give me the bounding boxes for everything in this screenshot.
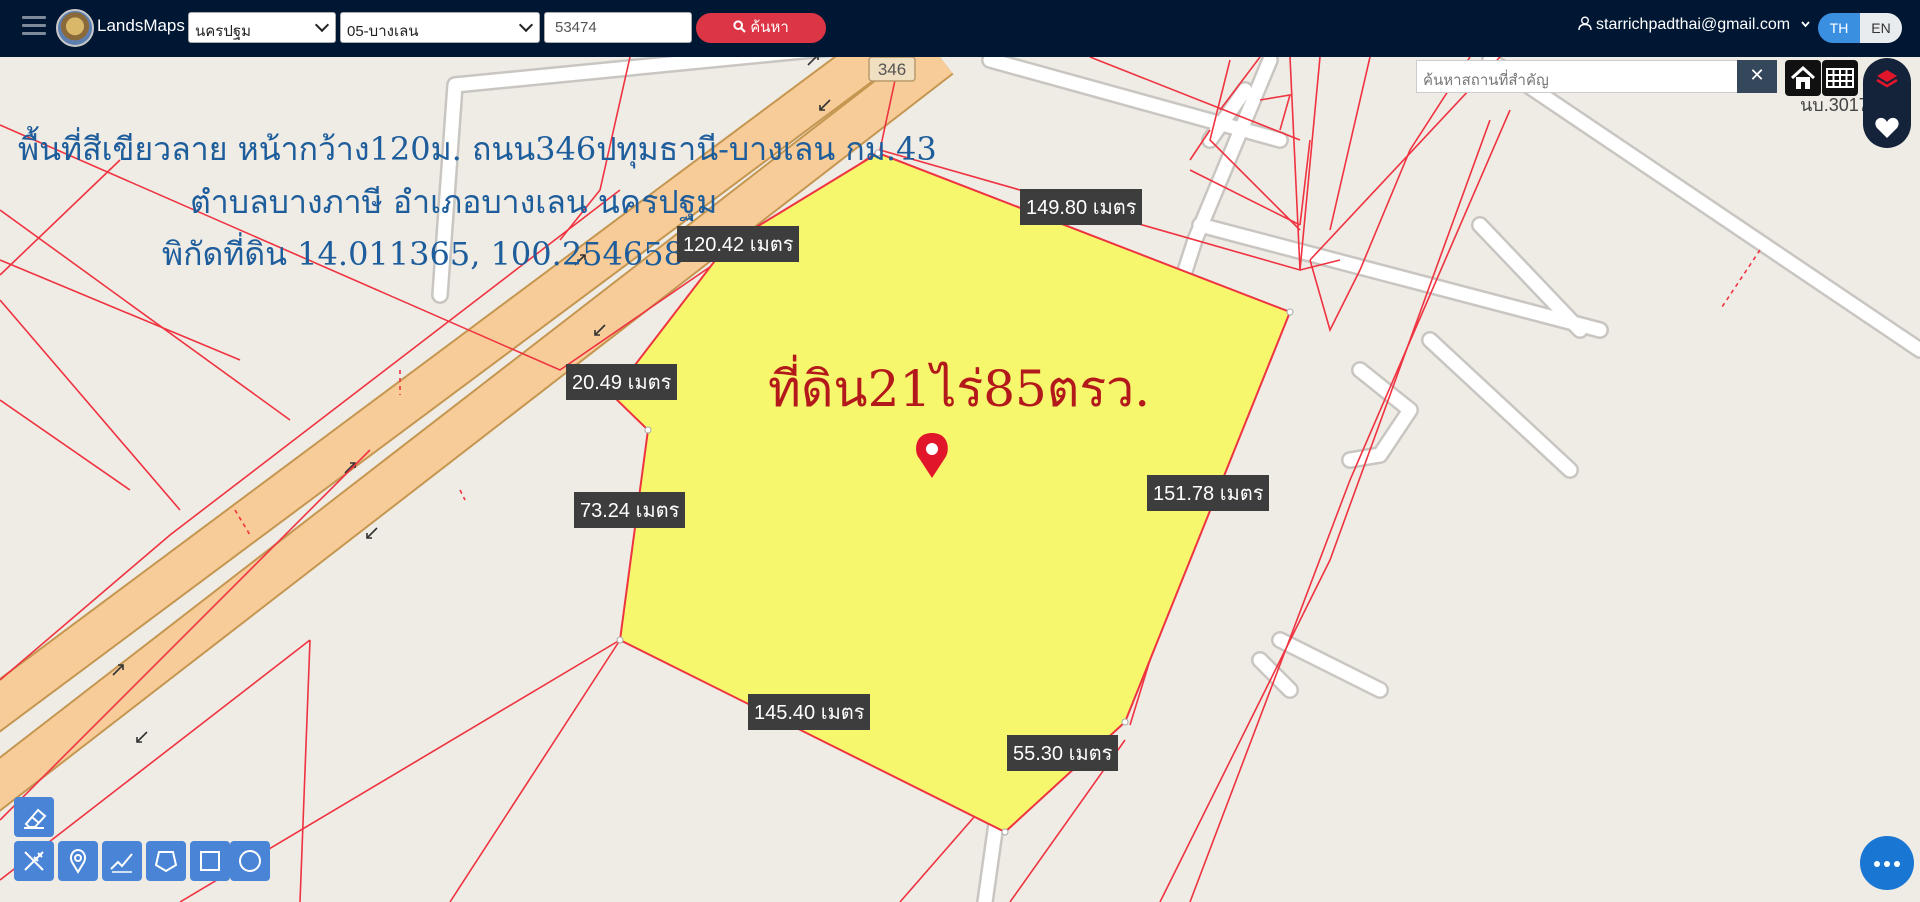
rectangle-tool[interactable]: [190, 841, 230, 881]
edge-label: 73.24 เมตร: [574, 492, 686, 528]
headline-line1: พื้นที่สีเขียวลาย หน้ากว้าง120ม. ถนน346ป…: [18, 130, 937, 168]
home-icon: [1790, 65, 1816, 89]
measure-icon: [24, 851, 44, 871]
line-icon: [110, 853, 133, 873]
edge-label: 55.30 เมตร: [1007, 735, 1119, 771]
district-select[interactable]: 05-บางเลน: [340, 12, 540, 43]
side-control-pill: [1863, 58, 1911, 148]
line-tool[interactable]: [102, 841, 142, 881]
parcel-area-label: ที่ดิน21ไร่85ตรว.: [768, 360, 1151, 418]
hamburger-icon[interactable]: [22, 16, 46, 40]
chevron-down-icon: [518, 17, 534, 33]
grid-icon: [1826, 68, 1854, 88]
layers-icon[interactable]: [1863, 58, 1911, 102]
edge-label: 151.78 เมตร: [1147, 475, 1270, 511]
grid-button[interactable]: [1822, 60, 1858, 96]
polygon-tool[interactable]: [146, 841, 186, 881]
search-button-label: ค้นหา: [750, 19, 789, 36]
lang-th-toggle[interactable]: TH: [1818, 13, 1860, 43]
measure-tool[interactable]: [14, 841, 54, 881]
circle-tool[interactable]: [230, 841, 270, 881]
top-bar: LandsMaps นครปฐม 05-บางเลน 53474 ค้นหา s…: [0, 0, 1920, 57]
parcel-number-input[interactable]: 53474: [544, 12, 692, 43]
edge-label: 149.80 เมตร: [1020, 189, 1143, 225]
rectangle-icon: [200, 851, 220, 871]
headline-line2: ตำบลบางภาษี อำเภอบางเลน นครปฐม: [190, 183, 718, 221]
brand-name: LandsMaps: [97, 16, 185, 35]
chevron-down-icon: [1800, 21, 1810, 28]
polygon-icon: [154, 851, 178, 873]
eraser-icon: [24, 808, 47, 829]
landsmaps-logo[interactable]: [56, 9, 94, 47]
edge-label: 145.40 เมตร: [748, 694, 871, 730]
province-value: นครปฐม: [195, 23, 252, 40]
chat-icon-dot: [1894, 861, 1900, 867]
chat-button[interactable]: [1860, 836, 1914, 890]
road-label: นบ.3017: [1800, 95, 1869, 115]
road-shield-text: 346: [878, 60, 906, 79]
home-button[interactable]: [1785, 60, 1821, 96]
user-icon: [1578, 16, 1592, 31]
chat-icon-dot: [1884, 861, 1890, 867]
place-search-input[interactable]: ค้นหาสถานที่สำคัญ: [1416, 60, 1738, 93]
search-button[interactable]: ค้นหา: [696, 13, 826, 43]
province-select[interactable]: นครปฐม: [188, 12, 336, 43]
user-menu[interactable]: starrichpadthai@gmail.com: [1578, 16, 1810, 34]
search-icon: [733, 20, 746, 33]
circle-icon: [239, 850, 261, 872]
pin-icon: [69, 848, 87, 874]
lang-en-toggle[interactable]: EN: [1860, 13, 1902, 43]
headline-line3: พิกัดที่ดิน 14.011365, 100.254658: [162, 235, 684, 273]
user-email: starrichpadthai@gmail.com: [1596, 16, 1791, 33]
edge-label: 20.49 เมตร: [566, 364, 678, 400]
eraser-tool[interactable]: [14, 797, 54, 837]
pin-tool[interactable]: [58, 841, 98, 881]
chat-icon: [1874, 861, 1880, 867]
heart-icon[interactable]: [1863, 106, 1911, 150]
district-value: 05-บางเลน: [347, 23, 419, 40]
edge-label: 120.42 เมตร: [677, 226, 800, 262]
chevron-down-icon: [314, 17, 330, 33]
clear-search-button[interactable]: ✕: [1737, 60, 1777, 93]
